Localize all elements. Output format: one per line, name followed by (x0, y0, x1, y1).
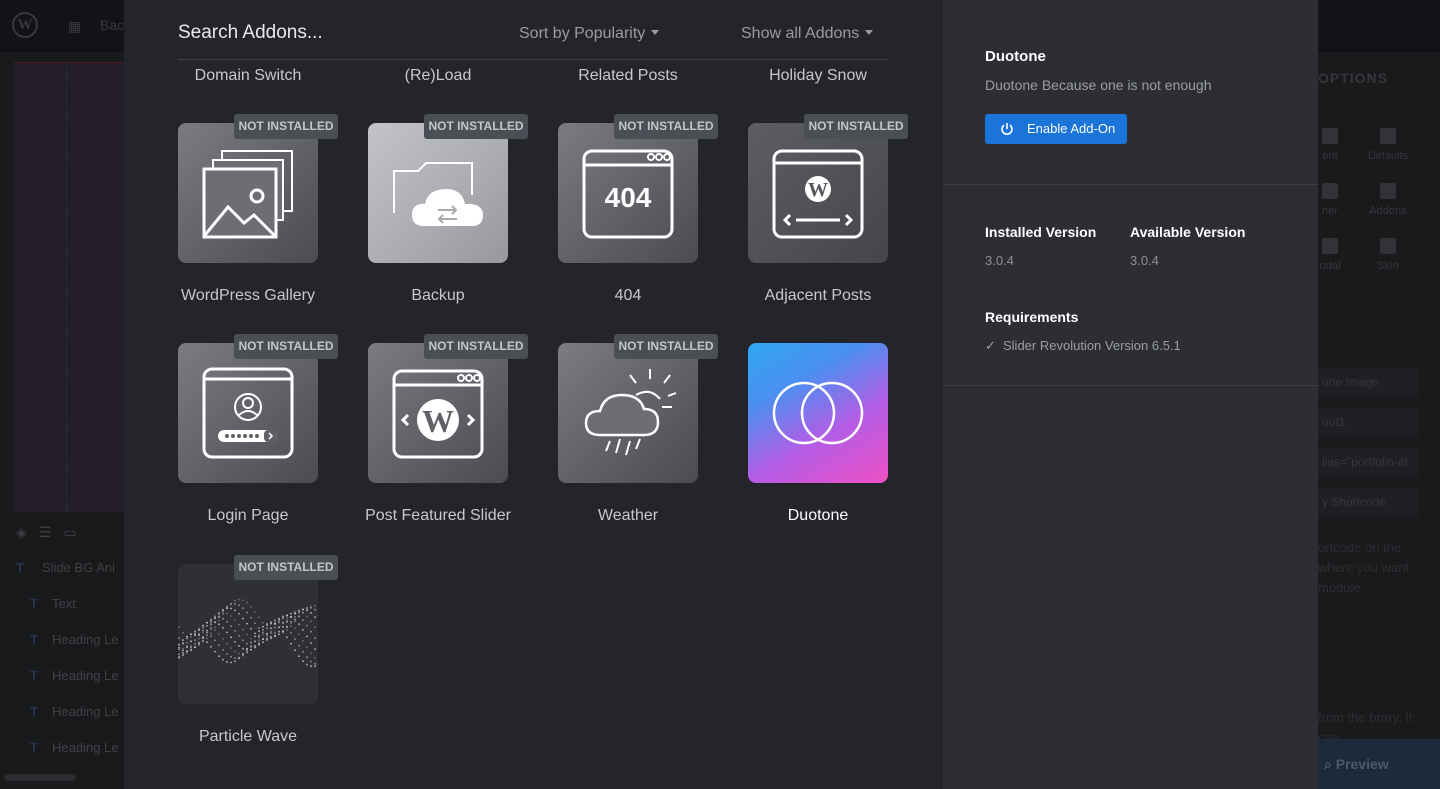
installed-version-value: 3.0.4 (985, 253, 1014, 268)
addon-name: Login Page (207, 507, 289, 524)
addon-detail-title: Duotone (985, 48, 1046, 65)
enable-addon-button[interactable]: Enable Add-On (985, 114, 1127, 144)
gallery-icon (178, 123, 318, 263)
addon-name: Particle Wave (198, 728, 298, 745)
not-installed-badge: NOT INSTALLED (234, 555, 338, 580)
svg-text:W: W (808, 179, 828, 201)
not-installed-badge: NOT INSTALLED (804, 114, 908, 139)
not-installed-badge: NOT INSTALLED (424, 334, 528, 359)
not-installed-badge: NOT INSTALLED (424, 114, 528, 139)
addon-name: WordPress Gallery (181, 287, 315, 304)
panel-divider (943, 184, 1318, 185)
404-icon-text: 404 (605, 182, 652, 213)
addon-name: Duotone (787, 507, 849, 524)
particle-wave-image (178, 564, 318, 704)
available-version-value: 3.0.4 (1130, 253, 1159, 268)
addon-name: Weather (597, 507, 659, 524)
filter-label: Show all Addons (741, 25, 860, 42)
search-addons-input[interactable]: Search Addons... (178, 22, 323, 44)
enable-addon-label: Enable Add-On (1027, 121, 1116, 136)
addon-label-reload[interactable]: (Re)Load (358, 67, 518, 85)
not-installed-badge: NOT INSTALLED (614, 114, 718, 139)
addon-label-holiday-snow[interactable]: Holiday Snow (738, 67, 898, 85)
chevron-down-icon (865, 30, 874, 35)
power-icon (1001, 123, 1013, 135)
svg-text:W: W (422, 403, 454, 439)
addon-name: Post Featured Slider (365, 507, 511, 524)
addon-label-related-posts[interactable]: Related Posts (548, 67, 708, 85)
installed-version-label: Installed Version (985, 224, 1097, 240)
addon-name: Backup (411, 287, 465, 304)
404-page-icon: 404 (558, 123, 698, 263)
login-page-icon (178, 343, 318, 483)
addon-label-domain-switch[interactable]: Domain Switch (168, 67, 328, 85)
sort-label: Sort by Popularity (519, 25, 646, 42)
addon-name: 404 (614, 287, 642, 304)
weather-icon (558, 343, 698, 483)
sort-dropdown[interactable]: Sort by Popularity (519, 25, 660, 43)
chevron-down-icon (651, 30, 660, 35)
addon-name: Adjacent Posts (764, 287, 872, 304)
adjacent-posts-icon: W (748, 123, 888, 263)
filter-dropdown[interactable]: Show all Addons (741, 25, 874, 43)
checkmark-icon: ✓ (985, 338, 996, 353)
requirement-item: ✓ Slider Revolution Version 6.5.1 (985, 338, 1181, 354)
panel-divider (943, 385, 1318, 386)
addons-modal: Search Addons... Sort by Popularity Show… (124, 0, 943, 789)
not-installed-badge: NOT INSTALLED (614, 334, 718, 359)
not-installed-badge: NOT INSTALLED (234, 114, 338, 139)
duotone-circles-icon (748, 343, 888, 483)
requirement-text: Slider Revolution Version 6.5.1 (1003, 338, 1181, 353)
not-installed-badge: NOT INSTALLED (234, 334, 338, 359)
available-version-label: Available Version (1130, 224, 1246, 240)
addon-detail-description: Duotone Because one is not enough (985, 77, 1212, 93)
requirements-label: Requirements (985, 309, 1079, 325)
cloud-backup-icon (368, 123, 508, 263)
wordpress-slider-icon: W (368, 343, 508, 483)
addon-detail-panel: Duotone Duotone Because one is not enoug… (943, 0, 1318, 789)
header-divider (178, 59, 888, 60)
